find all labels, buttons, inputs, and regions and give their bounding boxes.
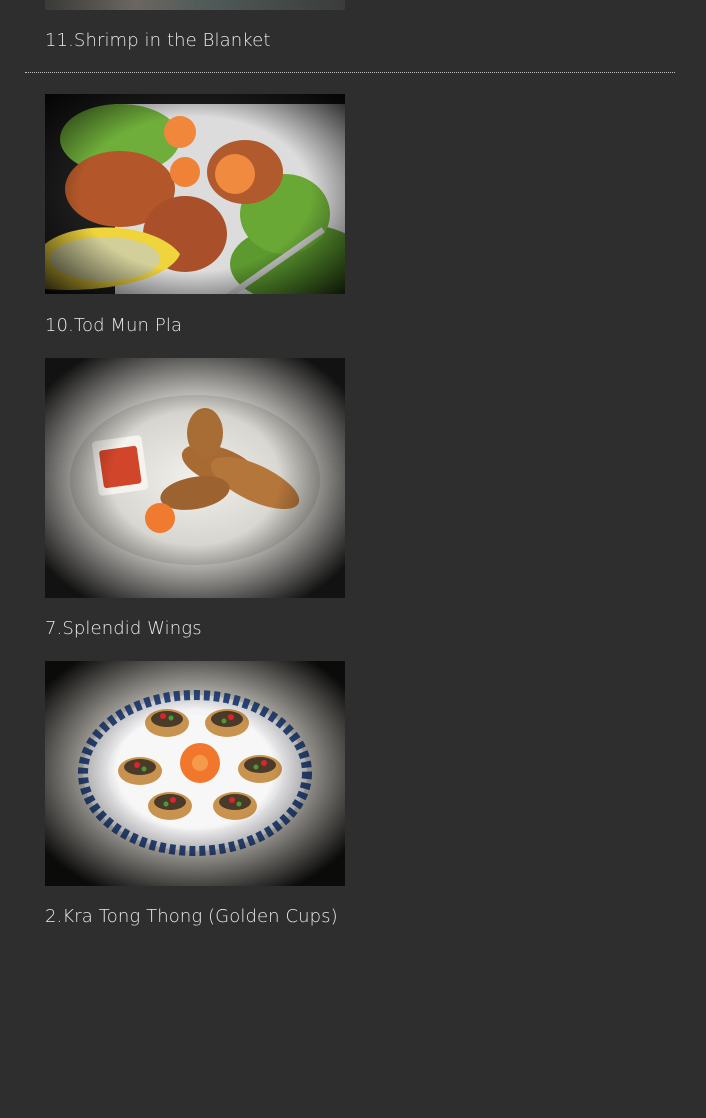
menu-item-caption-7: 7.Splendid Wings (45, 618, 202, 639)
kra-tong-thong-photo[interactable] (45, 661, 345, 886)
menu-item-caption-2: 2.Kra Tong Thong (Golden Cups) (45, 906, 338, 927)
shrimp-in-the-blanket-photo[interactable] (45, 0, 345, 10)
menu-page: 11.Shrimp in the Blanket 10.Tod Mun Pla … (0, 0, 706, 1118)
menu-item-caption-11: 11.Shrimp in the Blanket (45, 30, 271, 51)
section-divider (25, 72, 675, 73)
menu-item-caption-10: 10.Tod Mun Pla (45, 315, 183, 336)
splendid-wings-photo[interactable] (45, 358, 345, 598)
tod-mun-pla-photo[interactable] (45, 94, 345, 294)
